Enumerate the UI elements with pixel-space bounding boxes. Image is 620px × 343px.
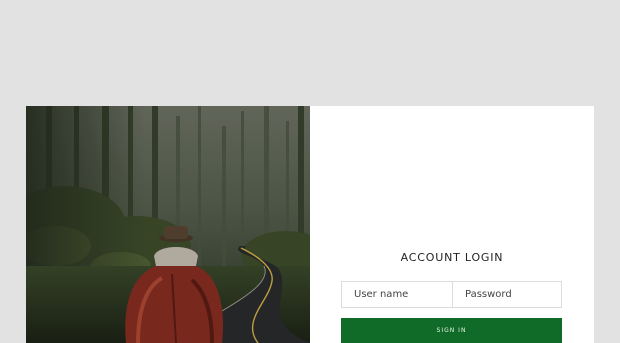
username-input[interactable] [341, 281, 452, 308]
forest-road-illustration [26, 106, 310, 343]
login-card: ACCOUNT LOGIN SIGN IN [26, 106, 594, 343]
password-input[interactable] [452, 281, 562, 308]
login-title: ACCOUNT LOGIN [400, 251, 504, 264]
login-panel: ACCOUNT LOGIN SIGN IN [310, 106, 594, 343]
hero-image [26, 106, 310, 343]
sign-in-button[interactable]: SIGN IN [341, 318, 562, 343]
